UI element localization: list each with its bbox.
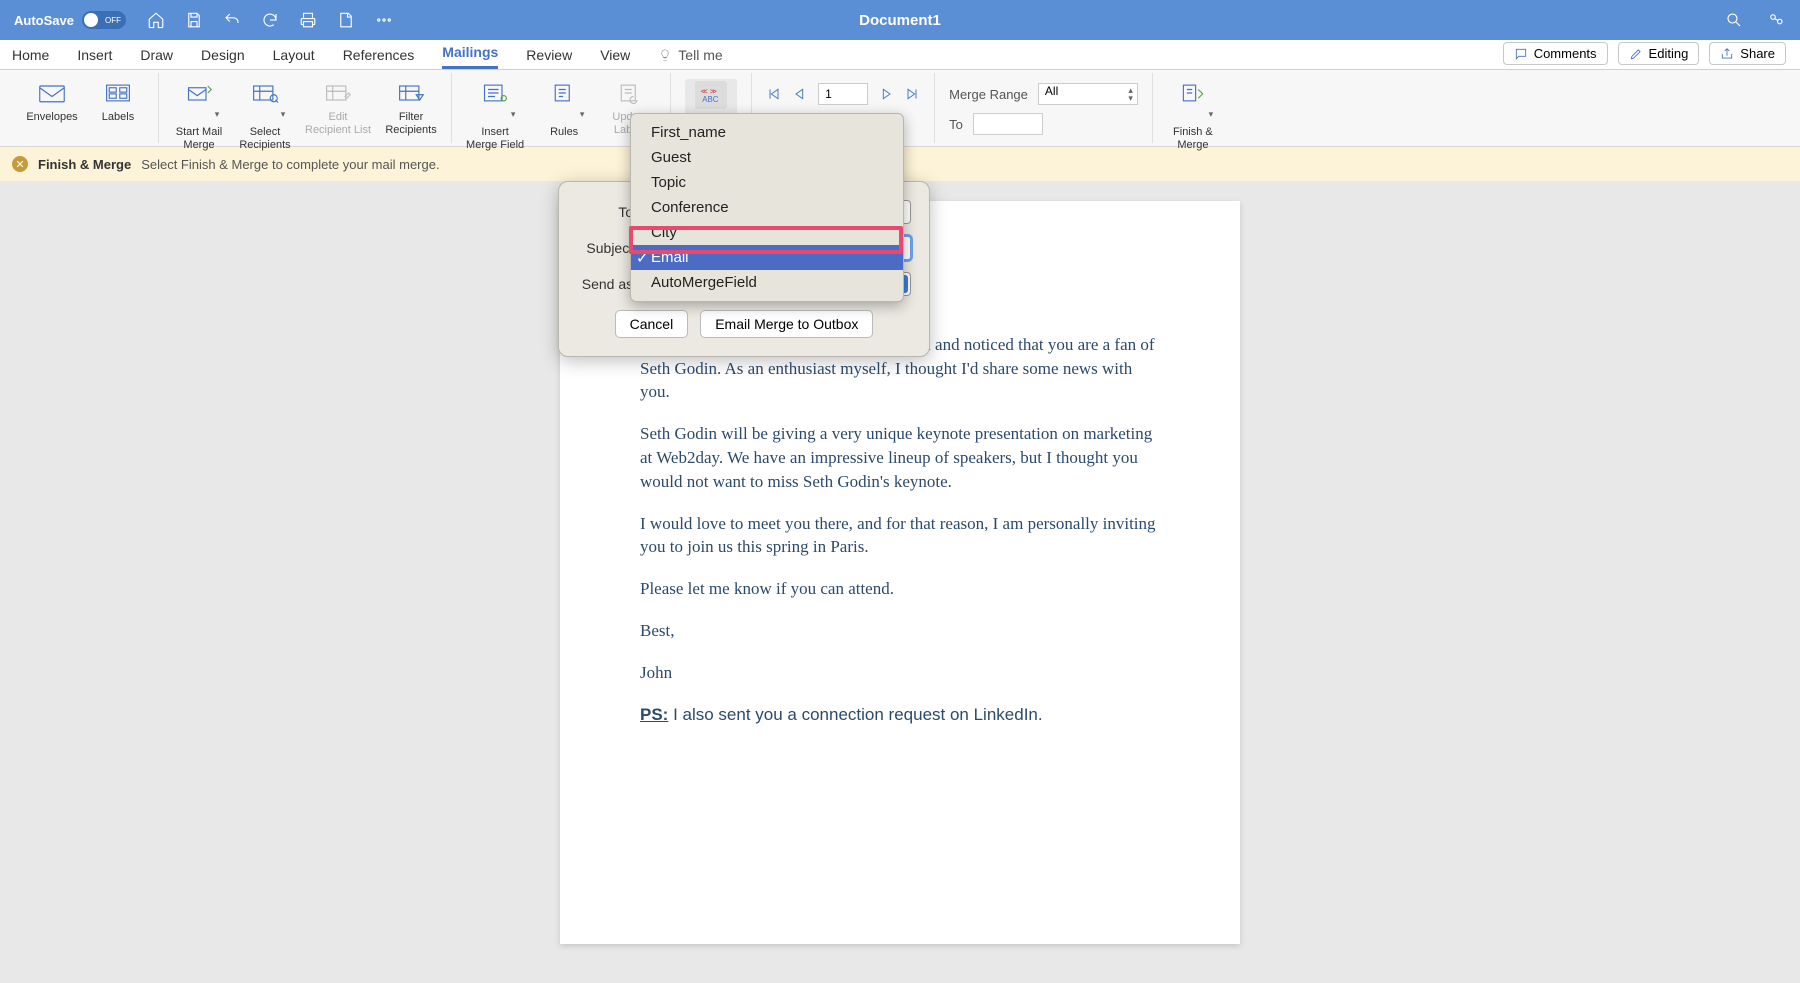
doc-paragraph: I would love to meet you there, and for … (640, 512, 1160, 560)
to-input[interactable] (973, 113, 1043, 135)
doc-paragraph: Best, (640, 619, 1160, 643)
email-merge-button[interactable]: Email Merge to Outbox (700, 310, 873, 338)
share-icon (1720, 47, 1734, 61)
comment-icon (1514, 47, 1528, 61)
autosave-knob (84, 13, 98, 27)
pencil-icon (1629, 47, 1643, 61)
editing-button[interactable]: Editing (1618, 42, 1700, 65)
next-record-icon[interactable] (878, 86, 894, 102)
cancel-button[interactable]: Cancel (615, 310, 689, 338)
finish-merge-button[interactable]: ▾Finish & Merge (1167, 79, 1219, 151)
envelopes-button[interactable]: Envelopes (26, 79, 78, 124)
info-title: Finish & Merge (38, 157, 131, 172)
start-mail-merge-button[interactable]: ▾Start Mail Merge (173, 79, 225, 151)
doc-paragraph: John (640, 661, 1160, 685)
tab-view[interactable]: View (600, 47, 630, 69)
last-record-icon[interactable] (904, 86, 920, 102)
edit-recipient-list-button: Edit Recipient List (305, 79, 371, 136)
doc-paragraph: PS: I also sent you a connection request… (640, 703, 1160, 727)
tell-me-label: Tell me (678, 47, 722, 63)
merge-range-select[interactable]: All▴▾ (1038, 83, 1138, 105)
search-icon[interactable] (1724, 10, 1744, 30)
tab-review[interactable]: Review (526, 47, 572, 69)
dropdown-item[interactable]: Topic (631, 170, 903, 195)
modal-sendas-label: Send as: (577, 276, 637, 292)
dropdown-item[interactable]: City (631, 220, 903, 245)
tab-home[interactable]: Home (12, 47, 49, 69)
bulb-icon (658, 48, 672, 62)
to-field-dropdown: First_name Guest Topic Conference City E… (630, 113, 904, 302)
comments-button[interactable]: Comments (1503, 42, 1608, 65)
to-label: To (949, 117, 963, 132)
print-icon[interactable] (298, 10, 318, 30)
record-number-input[interactable] (818, 83, 868, 105)
prev-record-icon[interactable] (792, 86, 808, 102)
dropdown-item[interactable]: Guest (631, 145, 903, 170)
rules-button[interactable]: ▾Rules (538, 79, 590, 139)
redo-icon[interactable] (260, 10, 280, 30)
autosave-toggle[interactable]: OFF (82, 11, 126, 29)
dropdown-item[interactable]: Conference (631, 195, 903, 220)
insert-merge-field-button[interactable]: ▾Insert Merge Field (466, 79, 524, 151)
merge-range-label: Merge Range (949, 87, 1028, 102)
more-icon[interactable] (374, 10, 394, 30)
tab-references[interactable]: References (343, 47, 415, 69)
labels-button[interactable]: Labels (92, 79, 144, 124)
dropdown-item[interactable]: First_name (631, 120, 903, 145)
titlebar-quick-icons (146, 10, 394, 30)
ribbon-tabs: Home Insert Draw Design Layout Reference… (0, 40, 1800, 70)
tab-mailings[interactable]: Mailings (442, 44, 498, 69)
filter-recipients-button[interactable]: Filter Recipients (385, 79, 437, 136)
share-button[interactable]: Share (1709, 42, 1786, 65)
select-recipients-button[interactable]: ▾Select Recipients (239, 79, 291, 151)
autosave-label: AutoSave (14, 13, 74, 28)
tab-layout[interactable]: Layout (273, 47, 315, 69)
template-icon[interactable] (336, 10, 356, 30)
doc-paragraph: Please let me know if you can attend. (640, 577, 1160, 601)
tell-me[interactable]: Tell me (658, 47, 722, 69)
autosave-state: OFF (105, 16, 121, 25)
document-title: Document1 (859, 12, 941, 29)
ps-label: PS: (640, 705, 668, 724)
titlebar: AutoSave OFF Document1 (0, 0, 1800, 40)
modal-subject-label: Subject: (577, 240, 637, 256)
info-message: Select Finish & Merge to complete your m… (141, 157, 439, 172)
dropdown-item-selected[interactable]: Email (631, 245, 903, 270)
ps-text: I also sent you a connection request on … (668, 705, 1042, 724)
first-record-icon[interactable] (766, 86, 782, 102)
home-icon[interactable] (146, 10, 166, 30)
tab-design[interactable]: Design (201, 47, 245, 69)
info-close-icon[interactable]: ✕ (12, 156, 28, 172)
dropdown-item[interactable]: AutoMergeField (631, 270, 903, 295)
save-icon[interactable] (184, 10, 204, 30)
undo-icon[interactable] (222, 10, 242, 30)
tab-draw[interactable]: Draw (140, 47, 173, 69)
svg-text:ABC: ABC (702, 95, 718, 104)
modal-to-label: To: (577, 204, 637, 220)
doc-paragraph: Seth Godin will be giving a very unique … (640, 422, 1160, 493)
share-titlebar-icon[interactable] (1766, 10, 1786, 30)
tab-insert[interactable]: Insert (77, 47, 112, 69)
